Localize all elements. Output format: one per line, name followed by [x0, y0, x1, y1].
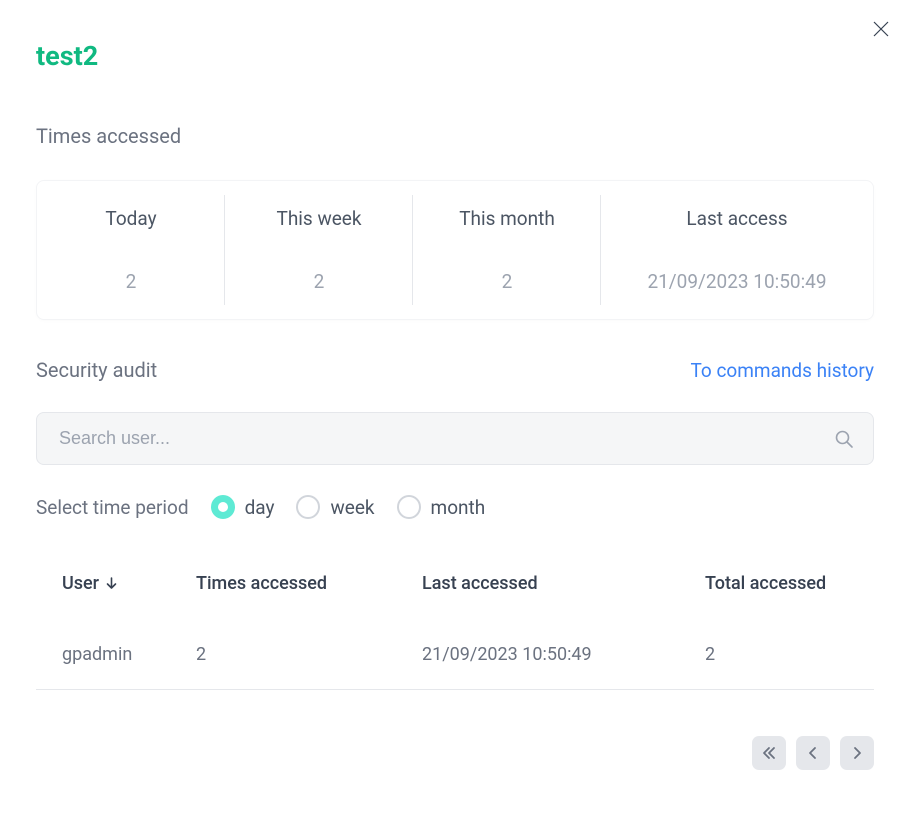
column-label: Times accessed [196, 573, 327, 594]
radio-icon [211, 495, 235, 519]
column-label: Last accessed [422, 573, 538, 594]
period-radio-day[interactable]: day [211, 495, 275, 519]
table-header: User Times accessed Last accessed Total … [36, 573, 874, 620]
stat-label: Today [47, 207, 215, 230]
commands-history-link[interactable]: To commands history [691, 359, 875, 382]
stat-this-week: This week 2 [225, 181, 413, 319]
chevron-right-icon [849, 745, 865, 761]
column-header-last-accessed[interactable]: Last accessed [422, 573, 705, 594]
period-radio-week[interactable]: week [296, 495, 374, 519]
period-label: Select time period [36, 496, 189, 519]
stat-label: This week [235, 207, 403, 230]
cell-user: gpadmin [62, 644, 196, 665]
column-label: Total accessed [705, 573, 826, 594]
chevron-double-left-icon [761, 745, 777, 761]
close-button[interactable] [870, 18, 892, 40]
cell-total-accessed: 2 [705, 644, 848, 665]
period-radio-month[interactable]: month [397, 495, 486, 519]
cell-last-accessed: 21/09/2023 10:50:49 [422, 644, 705, 665]
stat-value: 2 [235, 270, 403, 293]
stat-value: 2 [47, 270, 215, 293]
stats-panel: Today 2 This week 2 This month 2 Last ac… [36, 180, 874, 320]
audit-table: User Times accessed Last accessed Total … [36, 573, 874, 690]
cell-times-accessed: 2 [196, 644, 422, 665]
prev-page-button[interactable] [796, 736, 830, 770]
stat-label: Last access [611, 207, 863, 230]
stat-this-month: This month 2 [413, 181, 601, 319]
radio-label: day [245, 496, 275, 519]
stat-value: 2 [423, 270, 591, 293]
stat-value: 21/09/2023 10:50:49 [611, 270, 863, 293]
table-row: gpadmin 2 21/09/2023 10:50:49 2 [36, 620, 874, 690]
stat-label: This month [423, 207, 591, 230]
radio-label: month [431, 496, 486, 519]
radio-label: week [330, 496, 374, 519]
stat-last-access: Last access 21/09/2023 10:50:49 [601, 181, 873, 319]
close-icon [871, 19, 891, 39]
pagination [36, 736, 874, 770]
first-page-button[interactable] [752, 736, 786, 770]
page-title: test2 [36, 40, 874, 72]
stat-today: Today 2 [37, 181, 225, 319]
radio-icon [296, 495, 320, 519]
arrow-down-icon [105, 577, 118, 590]
security-audit-label: Security audit [36, 358, 157, 382]
period-radio-group: day week month [211, 495, 486, 519]
column-header-total-accessed[interactable]: Total accessed [705, 573, 848, 594]
column-header-times-accessed[interactable]: Times accessed [196, 573, 422, 594]
chevron-left-icon [805, 745, 821, 761]
column-header-user[interactable]: User [62, 573, 196, 594]
radio-icon [397, 495, 421, 519]
next-page-button[interactable] [840, 736, 874, 770]
search-user-input[interactable] [36, 412, 874, 465]
column-label: User [62, 573, 99, 594]
times-accessed-label: Times accessed [36, 124, 874, 148]
